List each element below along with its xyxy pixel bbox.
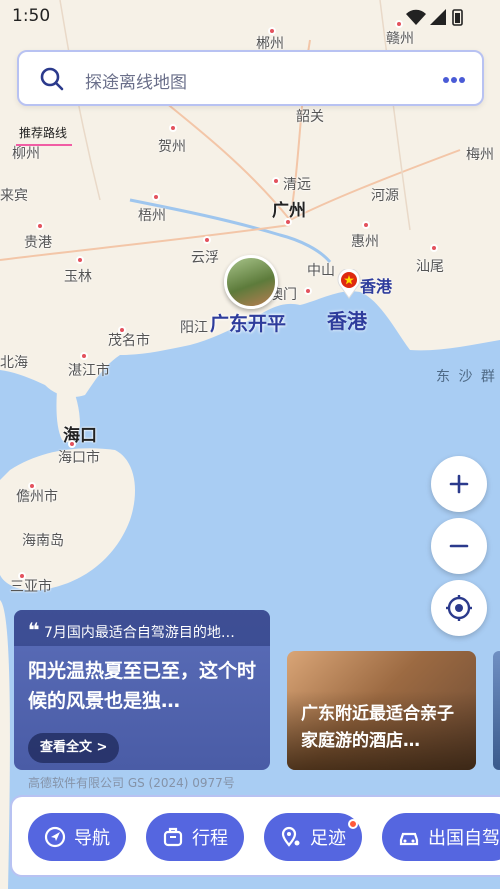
overseas-drive-label: 出国自驾	[428, 828, 500, 849]
status-icons	[406, 9, 463, 26]
footprint-button[interactable]: 足迹	[264, 813, 362, 861]
poi-label[interactable]: 广东开平	[210, 309, 286, 336]
overseas-drive-button[interactable]: 出国自驾	[382, 813, 500, 861]
city-label: 河源	[371, 188, 399, 204]
city-label: 清远	[283, 177, 311, 193]
car-icon	[399, 832, 419, 846]
wifi-icon	[406, 9, 426, 25]
status-bar: 1:50	[0, 0, 500, 34]
city-label: 玉林	[64, 269, 92, 285]
article-card-title: 7月国内最适合自驾游目的地…	[44, 625, 235, 641]
city-dot	[68, 440, 76, 448]
city-dot	[18, 572, 26, 580]
city-dot	[118, 326, 126, 334]
navigate-button[interactable]: 导航	[28, 813, 126, 861]
itinerary-button[interactable]: 行程	[146, 813, 244, 861]
city-label: 贺州	[158, 139, 186, 155]
poi-photo-marker[interactable]	[224, 255, 278, 309]
city-label: 儋州市	[16, 489, 58, 505]
signal-icon	[430, 9, 446, 25]
read-more-button[interactable]: 查看全文 >	[28, 733, 120, 763]
city-label: 来宾	[0, 188, 28, 204]
city-label: 云浮	[191, 250, 219, 266]
city-label: 汕尾	[416, 259, 444, 275]
city-label: 中山	[307, 263, 335, 279]
city-label: 梧州	[138, 208, 166, 224]
city-dot	[362, 221, 370, 229]
hk-big-label[interactable]: 香港	[327, 305, 367, 334]
hk-small-label[interactable]: 香港	[360, 273, 392, 297]
footprint-label: 足迹	[310, 828, 346, 849]
city-label: 阳江	[180, 320, 208, 336]
bottom-action-bar: 导航 行程 足迹 出国自驾	[10, 795, 500, 877]
article-card[interactable]: ❝ 7月国内最适合自驾游目的地… 阳光温热夏至已至，这个时候的风景也是独… 查看…	[14, 610, 270, 770]
route-label[interactable]: 推荐路线	[19, 124, 67, 141]
city-label: 柳州	[12, 146, 40, 162]
pin-icon	[281, 826, 300, 847]
city-dot	[152, 193, 160, 201]
city-label: 茂名市	[108, 333, 150, 349]
locate-button[interactable]	[431, 580, 487, 636]
city-label: 梅州	[466, 147, 494, 163]
locate-icon	[446, 595, 472, 621]
city-dot	[76, 256, 84, 264]
search-bar[interactable]: 探途离线地图	[17, 50, 484, 106]
city-label: 三亚市	[10, 579, 52, 595]
notification-dot	[348, 819, 358, 829]
status-time: 1:50	[12, 6, 51, 26]
city-dot	[36, 222, 44, 230]
route-line	[16, 144, 72, 146]
navigation-icon	[44, 826, 66, 848]
zoom-out-button[interactable]	[431, 518, 487, 574]
search-icon	[40, 67, 64, 91]
hk-flag-marker-icon[interactable]	[337, 269, 361, 299]
itinerary-label: 行程	[192, 828, 228, 849]
quote-icon: ❝	[28, 618, 40, 642]
next-card-edge[interactable]	[493, 651, 500, 770]
city-dot	[169, 124, 177, 132]
minus-icon	[449, 544, 469, 548]
hotel-card[interactable]: 广东附近最适合亲子家庭游的酒店…	[287, 651, 476, 770]
hotel-card-title: 广东附近最适合亲子家庭游的酒店…	[301, 704, 454, 751]
city-dot	[284, 218, 292, 226]
city-dot	[304, 287, 312, 295]
city-label: 韶关	[296, 109, 324, 125]
copyright-text: 高德软件有限公司 GS (2024) 0977号	[28, 776, 235, 790]
suitcase-icon	[163, 827, 183, 847]
city-dot	[80, 352, 88, 360]
city-dot	[28, 482, 36, 490]
search-placeholder: 探途离线地图	[85, 73, 187, 93]
city-label: 海南岛	[22, 533, 64, 549]
city-label: 海口市	[58, 450, 100, 466]
more-icon[interactable]	[442, 76, 466, 84]
city-dot	[203, 236, 211, 244]
city-label: 惠州	[351, 234, 379, 250]
city-dot	[272, 177, 280, 185]
sea-label: 东 沙 群 岛	[436, 369, 500, 385]
city-label: 湛江市	[68, 363, 110, 379]
navigate-label: 导航	[74, 828, 110, 849]
plus-icon	[449, 474, 469, 494]
zoom-in-button[interactable]	[431, 456, 487, 512]
city-label: 北海	[0, 355, 28, 371]
article-card-body: 阳光温热夏至已至，这个时候的风景也是独…	[28, 660, 257, 712]
city-label: 贵港	[24, 235, 52, 251]
city-dot	[430, 244, 438, 252]
